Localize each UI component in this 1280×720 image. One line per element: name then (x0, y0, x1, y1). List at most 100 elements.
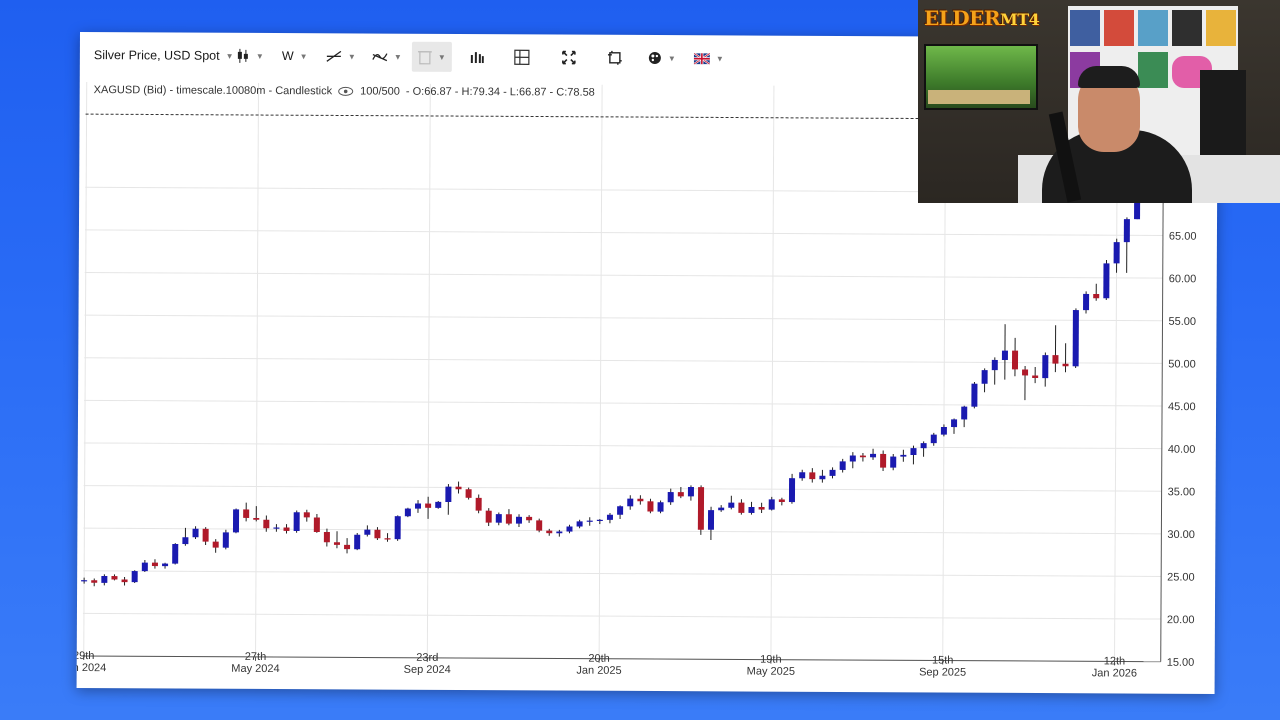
candle-body (253, 517, 260, 520)
x-tick-day: 29th (77, 650, 95, 662)
candle-body (505, 514, 512, 524)
grid-line-h (83, 485, 1162, 492)
candle-body (465, 489, 472, 498)
candle-body (515, 516, 523, 524)
candle-body (222, 532, 229, 548)
y-tick-label: 50.00 (1168, 358, 1196, 370)
eye-icon[interactable] (338, 86, 354, 96)
candle-body (617, 506, 624, 515)
x-tick-month: May 2025 (747, 665, 795, 677)
candle-body (859, 455, 866, 458)
y-tick-label: 25.00 (1167, 571, 1195, 583)
x-tick-day: 19th (760, 654, 781, 666)
candle-body (425, 503, 432, 508)
candle-body (111, 576, 118, 580)
x-tick-month: Jan 2025 (576, 665, 621, 677)
x-tick-day: 23rd (416, 652, 438, 664)
x-tick-month: May 2024 (231, 663, 279, 675)
grid-line-h (84, 314, 1163, 322)
candle-body (1103, 263, 1110, 299)
candle-body (455, 486, 462, 490)
candle-body (1113, 242, 1120, 264)
candle-body (414, 503, 422, 509)
candle-body (738, 502, 745, 513)
grid-line-h (84, 399, 1163, 407)
candle-body (758, 506, 765, 510)
grid-line-h (82, 612, 1161, 620)
candle-body (121, 579, 128, 583)
candle-body (707, 510, 715, 530)
candle-body (606, 514, 613, 520)
candle-body (961, 406, 968, 420)
candle-body (880, 453, 887, 468)
y-tick-label: 65.00 (1169, 231, 1197, 243)
bars-count: 100/500 (360, 85, 400, 98)
candle-body (971, 383, 978, 407)
candle-body (475, 497, 482, 511)
y-tick-label: 15.00 (1167, 657, 1195, 669)
x-tick-day: 27th (245, 651, 266, 663)
grid-line-h (83, 442, 1162, 450)
grid-line-v (426, 83, 431, 658)
candle-body (1001, 350, 1008, 360)
candle-body (354, 534, 361, 550)
candle-body (1032, 375, 1039, 379)
candle-body (445, 486, 452, 502)
grid-line-v (598, 84, 603, 659)
candle-body (930, 434, 937, 444)
candle-body (657, 502, 664, 512)
x-tick-month: Sep 2025 (919, 666, 966, 678)
candle-body (384, 538, 391, 540)
candle-body (435, 501, 442, 508)
candle-body (870, 453, 877, 458)
candle-body (333, 542, 340, 545)
series-text: XAGUSD (Bid) - timescale.10080m - Candle… (93, 84, 333, 98)
candle-body (890, 456, 897, 468)
candle-body (243, 509, 250, 518)
x-tick-month: Jan 2026 (1092, 667, 1137, 679)
candle-body (404, 508, 411, 517)
ohlc-values: - O:66.87 - H:79.34 - L:66.87 - C:78.58 (405, 85, 595, 99)
candle-body (829, 469, 836, 476)
candle-body (778, 499, 785, 503)
candle-body (576, 521, 583, 527)
candle-body (849, 455, 856, 462)
y-tick-label: 20.00 (1167, 614, 1195, 626)
candle-body (323, 531, 330, 543)
grid-line-h (84, 229, 1163, 237)
grid-line-h (83, 527, 1162, 535)
candle-body (293, 512, 300, 532)
y-tick-label: 30.00 (1167, 529, 1195, 541)
candle-body (344, 544, 351, 550)
candle-body (900, 454, 907, 457)
y-tick-label: 45.00 (1168, 401, 1196, 413)
candle-body (556, 531, 563, 534)
candle-body (799, 472, 806, 479)
x-tick-month: Sep 2024 (404, 664, 451, 676)
candle-body (283, 527, 290, 531)
candle-body (81, 580, 88, 582)
candle-body (1052, 355, 1059, 364)
candle-body (374, 529, 381, 539)
candle-body (1022, 369, 1029, 376)
candle-body (566, 526, 573, 532)
candle-body (232, 509, 240, 533)
candle-body (313, 517, 320, 532)
candle-body (839, 461, 846, 470)
candle-body (991, 359, 998, 371)
candle-body (394, 516, 401, 540)
candle-body (647, 501, 654, 512)
candle-body (677, 492, 684, 497)
grid-line-v (255, 82, 260, 657)
candle-body (485, 510, 492, 523)
candle-body (1093, 293, 1100, 299)
grid-line-v (770, 85, 775, 660)
candle-body (1042, 355, 1049, 379)
candle-body (172, 543, 179, 564)
candle-body (596, 519, 603, 522)
webcam-overlay: ELDERMT4 (918, 0, 1280, 203)
candle-body (1072, 310, 1079, 367)
y-tick-label: 60.00 (1169, 273, 1197, 285)
candle-body (687, 487, 694, 497)
brand-logo: ELDERMT4 (924, 6, 1040, 30)
